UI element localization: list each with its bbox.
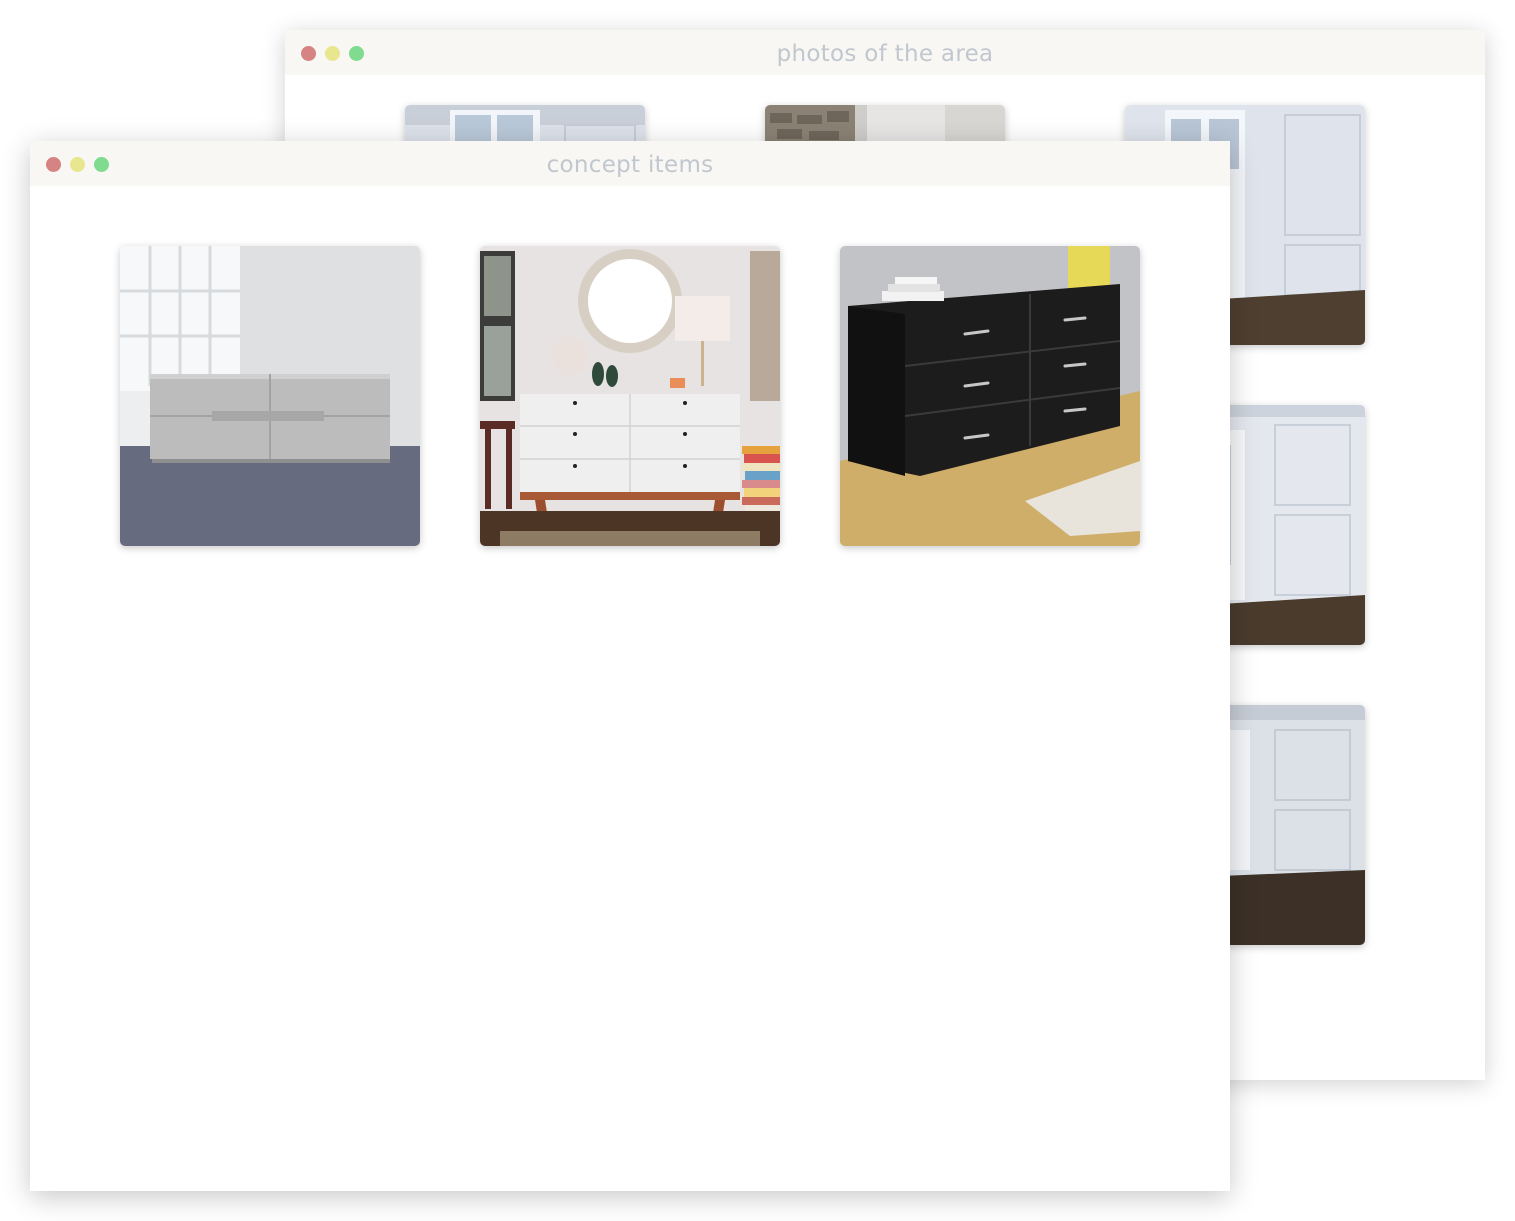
concept-item-2[interactable]: [480, 246, 780, 546]
concept-item-1[interactable]: [120, 246, 420, 546]
window-title: photos of the area: [776, 41, 994, 67]
concept-items-window: concept items: [30, 141, 1230, 1191]
window-title: concept items: [546, 152, 714, 178]
concept-window-titlebar[interactable]: concept items: [30, 141, 1230, 186]
concept-item-3[interactable]: [840, 246, 1140, 546]
photos-window-titlebar[interactable]: photos of the area: [285, 30, 1485, 75]
